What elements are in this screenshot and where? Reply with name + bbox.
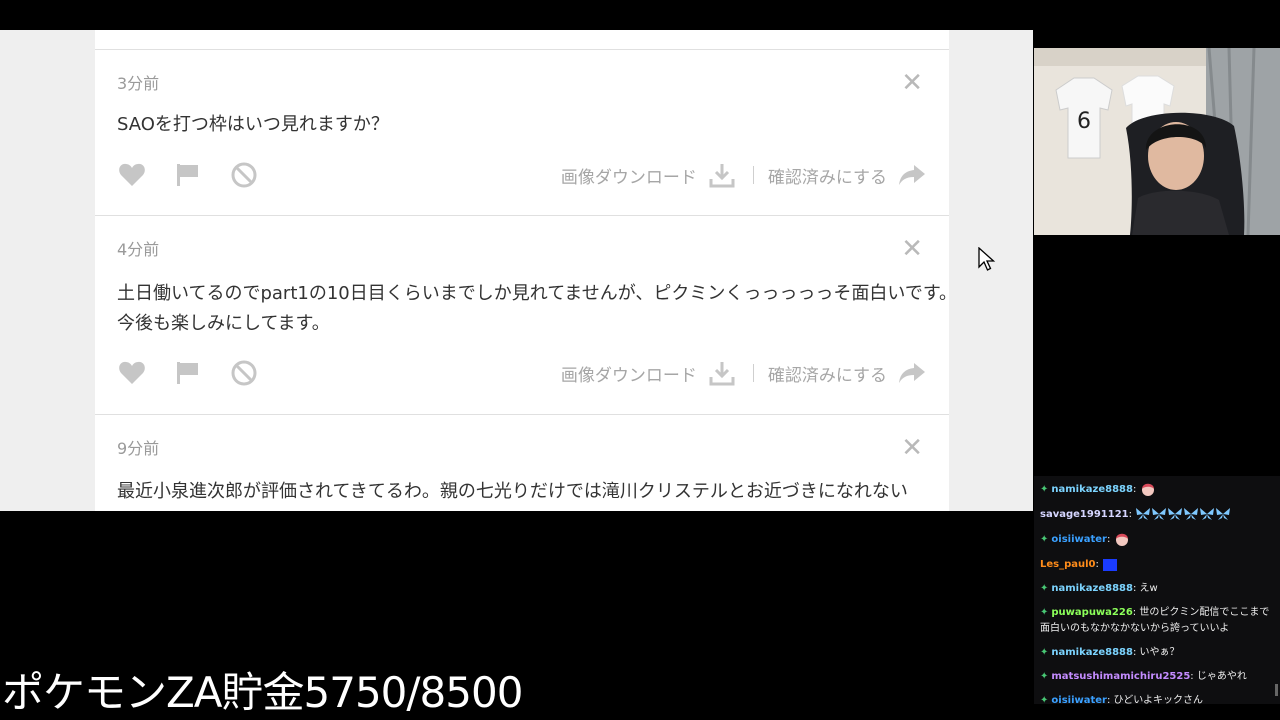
chat-text: ひどいよキックさん <box>1113 695 1204 706</box>
sparkle-badge-icon: ✦ <box>1040 534 1049 545</box>
close-icon[interactable]: ✕ <box>901 435 923 461</box>
chat-message-list: ✦ namikaze8888: savage1991121: ✦ oisiiwate… <box>1040 481 1274 709</box>
block-icon[interactable] <box>227 161 261 189</box>
block-icon[interactable] <box>227 359 261 387</box>
comment-card: 4分前 ✕ 土日働いてるのでpart1の10日目くらいまでしか見れてませんが、ピ… <box>95 216 957 415</box>
chat-text: えw <box>1139 583 1158 594</box>
butterfly-emote-icon <box>1135 506 1151 522</box>
chat-message: Les_paul0: <box>1040 556 1274 573</box>
share-arrow-icon[interactable] <box>895 161 929 189</box>
comment-actions: 画像ダウンロード 確認済みにする <box>115 358 929 388</box>
comment-text: SAOを打つ枠はいつ見れますか？ <box>117 114 389 135</box>
comment-time: 4分前 <box>117 240 160 259</box>
chat-username[interactable]: namikaze8888 <box>1051 647 1133 658</box>
butterfly-emote-icon <box>1151 506 1167 522</box>
sparkle-badge-icon: ✦ <box>1040 607 1049 618</box>
chibi-face-emote-icon <box>1114 531 1130 547</box>
butterfly-emote-icon <box>1183 506 1199 522</box>
comment-actions: 画像ダウンロード 確認済みにする <box>115 160 929 190</box>
sparkle-badge-icon: ✦ <box>1040 695 1049 706</box>
chat-username[interactable]: namikaze8888 <box>1051 583 1133 594</box>
sparkle-badge-icon: ✦ <box>1040 671 1049 682</box>
chat-panel: ✦ namikaze8888: savage1991121: ✦ oisiiwate… <box>1034 476 1280 706</box>
chat-username[interactable]: puwapuwa226 <box>1051 607 1132 618</box>
download-icon[interactable] <box>705 359 739 387</box>
heart-icon[interactable] <box>115 161 149 189</box>
chat-scrollbar[interactable] <box>1275 684 1278 696</box>
download-icon[interactable] <box>705 161 739 189</box>
close-icon[interactable]: ✕ <box>901 70 923 96</box>
chat-message: ✦ namikaze8888: えw <box>1040 581 1274 597</box>
chat-message: ✦ namikaze8888: <box>1040 481 1274 498</box>
close-icon[interactable]: ✕ <box>901 236 923 262</box>
savings-overlay-text: ポケモンZA貯金5750/8500 <box>2 668 523 717</box>
chat-text: いやぁ？ <box>1139 647 1180 658</box>
comment-time: 3分前 <box>117 74 160 93</box>
flag-icon[interactable] <box>171 161 205 189</box>
download-image-button[interactable]: 画像ダウンロード <box>561 361 697 386</box>
comment-time: 9分前 <box>117 439 160 458</box>
chat-username[interactable]: oisiiwater <box>1051 695 1107 706</box>
chibi-face-emote-icon <box>1140 481 1156 497</box>
sparkle-badge-icon: ✦ <box>1040 583 1049 594</box>
blue-square-emote-icon <box>1102 556 1118 572</box>
chat-message: savage1991121: <box>1040 506 1274 523</box>
chat-username[interactable]: savage1991121 <box>1040 509 1129 520</box>
chat-username[interactable]: oisiiwater <box>1051 534 1107 545</box>
chat-message: ✦ namikaze8888: いやぁ？ <box>1040 645 1274 661</box>
butterfly-emote-icon <box>1167 506 1183 522</box>
comment-card: 9分前 ✕ 最近小泉進次郎が評価されてきてるわ。親の七光りだけでは滝川クリステル… <box>95 415 949 511</box>
butterfly-emote-icon <box>1215 506 1231 522</box>
flag-icon[interactable] <box>171 359 205 387</box>
chat-message: ✦ puwapuwa226: 世のピクミン配信でここまで面白いのもなかなかないから… <box>1040 605 1274 637</box>
webcam-feed: 6 <box>1034 48 1280 235</box>
mark-confirmed-button[interactable]: 確認済みにする <box>768 361 887 386</box>
comment-feed: 3分前 ✕ SAOを打つ枠はいつ見れますか？ 画像ダウンロード 確認済みにする … <box>95 30 957 511</box>
chat-username[interactable]: matsushimamichiru2525 <box>1051 671 1190 682</box>
chat-message: ✦ oisiiwater: ひどいよキックさん <box>1040 693 1274 709</box>
download-image-button[interactable]: 画像ダウンロード <box>561 163 697 188</box>
chat-username[interactable]: namikaze8888 <box>1051 484 1133 495</box>
sparkle-badge-icon: ✦ <box>1040 647 1049 658</box>
comment-card: 3分前 ✕ SAOを打つ枠はいつ見れますか？ 画像ダウンロード 確認済みにする <box>95 50 949 216</box>
sparkle-badge-icon: ✦ <box>1040 484 1049 495</box>
feed-top-spacer <box>95 30 949 50</box>
comment-text: 今後も楽しみにしてます。 <box>117 313 330 334</box>
mark-confirmed-button[interactable]: 確認済みにする <box>768 163 887 188</box>
heart-icon[interactable] <box>115 359 149 387</box>
butterfly-emote-icon <box>1199 506 1215 522</box>
comment-text: 土日働いてるのでpart1の10日目くらいまでしか見れてませんが、ピクミンくっっ… <box>117 283 958 304</box>
chat-message: ✦ oisiiwater: <box>1040 531 1274 548</box>
share-arrow-icon[interactable] <box>895 359 929 387</box>
chat-message: ✦ matsushimamichiru2525: じゃあやれ <box>1040 669 1274 685</box>
svg-text:6: 6 <box>1077 109 1091 134</box>
action-divider <box>752 364 754 382</box>
mouse-cursor-icon <box>978 247 996 271</box>
browser-window: 3分前 ✕ SAOを打つ枠はいつ見れますか？ 画像ダウンロード 確認済みにする … <box>0 30 1033 511</box>
action-divider <box>752 166 754 184</box>
chat-text: じゃあやれ <box>1196 671 1247 682</box>
chat-username[interactable]: Les_paul0 <box>1040 559 1096 570</box>
comment-text: 最近小泉進次郎が評価されてきてるわ。親の七光りだけでは滝川クリステルとお近づきに… <box>117 481 908 502</box>
